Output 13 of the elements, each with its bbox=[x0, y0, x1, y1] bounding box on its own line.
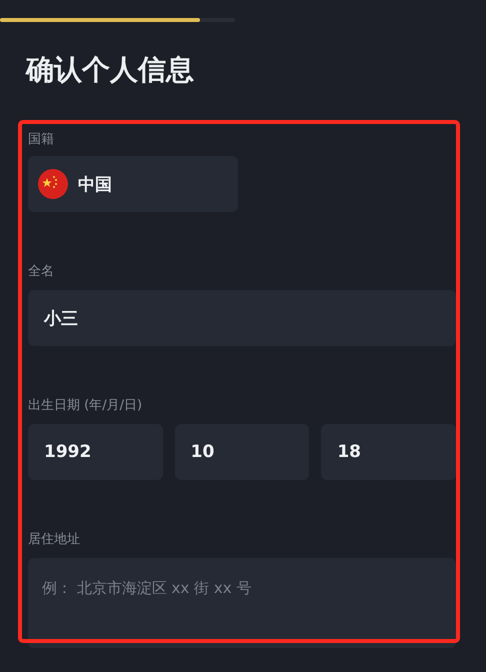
date-field[interactable]: 18 bbox=[321, 424, 456, 480]
name-field[interactable]: 小三 bbox=[28, 290, 456, 346]
flag-icon bbox=[38, 169, 68, 199]
country-field[interactable]: 中国 bbox=[28, 156, 238, 212]
date-field[interactable]: 10 bbox=[174, 424, 310, 480]
date-field[interactable]: 1992 bbox=[28, 424, 163, 480]
address-field[interactable]: 例： 北京市海淀区 xx 街 xx 号 bbox=[28, 558, 456, 648]
field-label: 全名 bbox=[28, 263, 55, 281]
page-title: 确认个人信息 bbox=[26, 52, 195, 88]
field-label: 居住地址 bbox=[28, 531, 81, 549]
field-label: 国籍 bbox=[28, 131, 55, 149]
field-label: 出生日期 (年/月/日) bbox=[28, 397, 144, 415]
country-name: 中国 bbox=[78, 174, 112, 196]
